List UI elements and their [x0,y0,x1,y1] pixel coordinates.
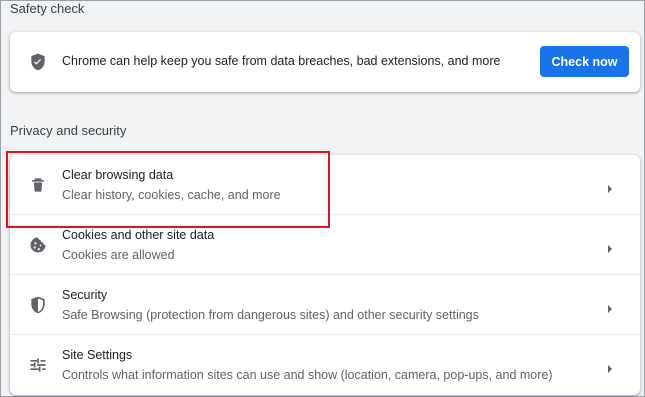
shield-check-icon [28,52,48,72]
clear-browsing-data-sublabel: Clear history, cookies, cache, and more [62,188,281,202]
safety-check-title: Safety check [10,1,85,16]
chevron-right-icon [606,361,614,373]
cookie-icon [28,235,48,255]
check-now-button[interactable]: Check now [540,46,629,77]
security-sublabel: Safe Browsing (protection from dangerous… [62,308,479,322]
privacy-security-title: Privacy and security [10,123,127,138]
cookies-site-data-sublabel: Cookies are allowed [62,248,175,262]
cookies-site-data-row[interactable]: Cookies and other site data Cookies are … [10,215,640,275]
chevron-right-icon [606,301,614,313]
chevron-right-icon [606,181,614,193]
security-row[interactable]: Security Safe Browsing (protection from … [10,275,640,335]
chevron-right-icon [606,241,614,253]
clear-browsing-data-row[interactable]: Clear browsing data Clear history, cooki… [10,155,640,215]
safety-check-description: Chrome can help keep you safe from data … [62,54,501,68]
cookies-site-data-label: Cookies and other site data [62,228,215,242]
site-settings-label: Site Settings [62,348,133,362]
shield-icon [28,295,48,315]
site-settings-sublabel: Controls what information sites can use … [62,368,553,382]
privacy-security-card: Clear browsing data Clear history, cooki… [10,155,640,395]
settings-frame: Safety check Chrome can help keep you sa… [0,0,645,397]
site-settings-row[interactable]: Site Settings Controls what information … [10,335,640,395]
security-label: Security [62,288,108,302]
trash-icon [28,175,48,195]
clear-browsing-data-label: Clear browsing data [62,168,174,182]
sliders-icon [28,355,48,375]
safety-check-card: Chrome can help keep you safe from data … [10,32,640,92]
